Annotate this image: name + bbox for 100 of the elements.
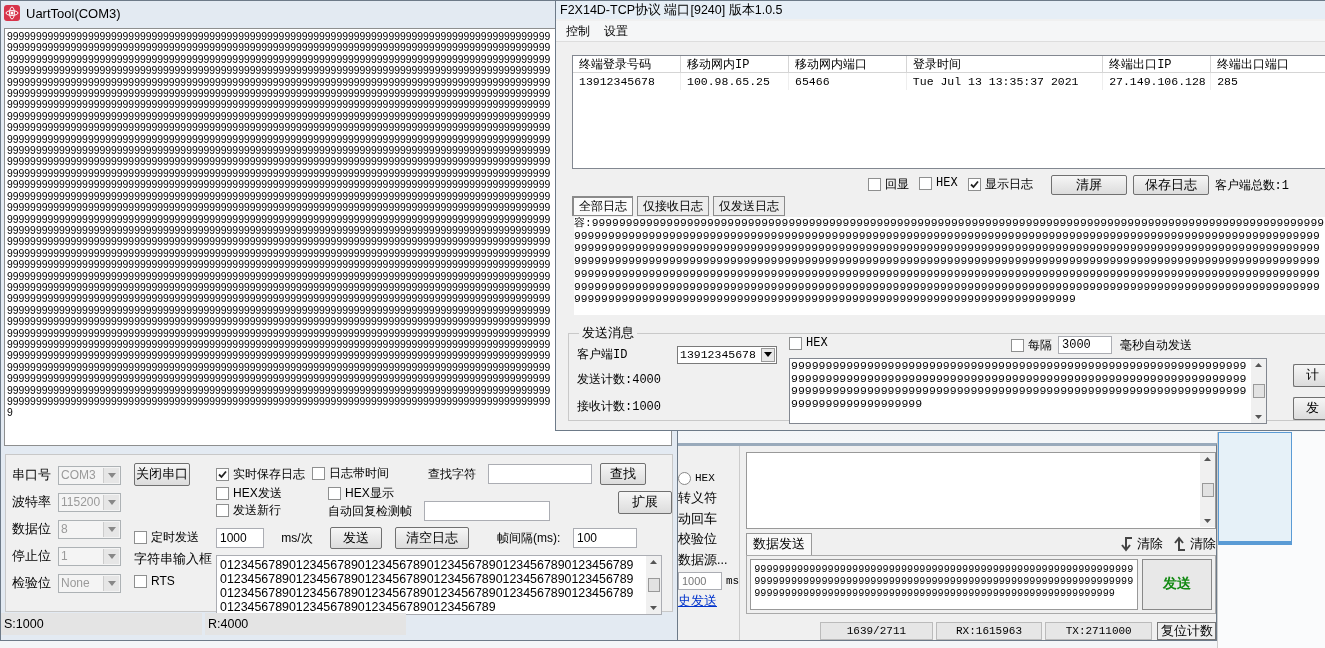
scroll-up-icon[interactable] — [650, 560, 657, 564]
option-label: 数据源... — [678, 551, 728, 569]
tab[interactable]: 仅接收日志 — [637, 196, 709, 216]
side-button[interactable]: 发 — [1293, 397, 1325, 420]
status-cell: 1639/2711 — [820, 622, 933, 640]
input-label: 字符串输入框 — [134, 550, 212, 568]
table-cell: Tue Jul 13 13:35:37 2021 — [906, 73, 1104, 90]
window-title: UartTool(COM3) — [26, 5, 121, 21]
column-header[interactable]: 终端出口端口 — [1211, 56, 1325, 73]
tab[interactable]: 数据发送 — [746, 532, 813, 555]
input-text-area[interactable] — [216, 555, 662, 615]
window-title: F2X14D-TCP协议 端口[9240] 版本1.0.5 — [560, 1, 783, 19]
checkbox[interactable] — [134, 530, 147, 544]
checkbox-label: 实时保存日志 — [233, 465, 305, 483]
send-button[interactable]: 发送 — [1142, 558, 1213, 610]
tab[interactable]: 仅发送日志 — [713, 196, 785, 216]
column-header[interactable]: 终端登录号码 — [573, 56, 681, 73]
table-cell: 27.149.106.128 — [1103, 73, 1212, 90]
status-cell: S:1000 — [1, 613, 202, 635]
checkbox[interactable] — [312, 467, 325, 480]
scroll-down-icon[interactable] — [650, 606, 657, 610]
checkbox[interactable] — [919, 176, 932, 190]
scroll-down-icon[interactable] — [1204, 519, 1212, 523]
status-cell: RX:1615963 — [935, 622, 1043, 640]
radio-label: HEX — [695, 472, 715, 485]
column-header[interactable]: 移动网内IP — [681, 56, 790, 73]
receive-text: 9999999999999999999999999999999999999999999999999999999999999999999999999999999999999999999999999999999999999999999999999999999999999999999999999999999999999999999999999999999999999999999999999999999999999999999999999999999999999999999999999999999999999999999999999999999999999999999999999999999999999999999999999999999999999999999999999999999999999999999999999999999999999999999999999999999999999999999999999999999999999999999999999999999999999999999999999999999999999999999999999999999999999999999999999999999999999999999999999999999999999999999999999999999999999999999999999999999999999999999999999999999999999999999999999999999999999999999999999999999999999999999999999999999999999999999999999999999999999999999999999999999999999999999999999999999999999999999999999999999999999999999999999999999999999999999999999999999999999999999999999999999999999999999999999999999999999999999999999999999999999999999999999999999999999999999999999999999999999999999999999999999999999999999999999999999999999999999999999999999999999999999999999999999999999999999999999999999999999999999999999999999999999999999999999999999999999999999999999999999999999999999999999999999999999999999999999999999999999999999999999999999999999999999999999999999999999999999999999999999999999999999999999999999999999999999999999999999999999999999999999999999999999999999999999999999999999999999999999999999999999999999999999999999999999999999999999999999999999999999999999999999999999999999999999999999999999999999999999999999999999999999999999999999999999999999999999999999999999999999999999999999999999999999999999999999999999999999999999999999999999999999999999999999999999999999999999999999999999999999999999999999999999999999999999999999999999999999999999999999999999999999999999999999999999999999999999999999999999999999999999999999999999999999999999999999999999999999999999999999999999999999999999999999999999999999999999999999999999999999999999999999999999999999999999999999999999999999999999999999999999999999999999999999999999999999999999999999999999999999999999999999999999999999999999999999999999999999999999999999999999999999999999999999999999999999999999999999999999999999999999999999999999999999999999999999999999999999999999999999999999999999999999999999999999999999999999999999999999999999999999999999999999999999999999999999999999999999999999999999999999999999999999999999999999999999999999999999999999999999999999999999999999999999999999999999999999999999999999999999999999999999999999999999999999999999999999999999999999999999999999999999999999999999999999999999999999999999999999999999999999999999999999999999999999999999999999999999999999999999999999999999999999999999999999999999999999999999999999999999999999999999999999999999999999999999999999999999999999999999999999999999999999999999999999999999999999999999999999999999999999999999999999999999999999999999999999999999999999999999999999999999999999999999999999999999999999999999999999999999999999999999999999999999999999999999999999999999999999999999999999999999999999999999999999999999999999999999999999999999999999999999999999999999999999999999999999999999 — [6, 30, 552, 419]
clear-button[interactable]: 清除 — [1190, 535, 1217, 553]
message-text: 9999999999999999999999999999999999999999999999999999999999999999999999999999999999999999999999999999999999999999999999999999999999999999999999999999999999999999999999999999999999999999999999999999999999999999999999999 — [790, 359, 1248, 412]
input-line: 012345678901234567890123456789012345678901234567890123456789 — [220, 586, 635, 600]
receive-count: 接收计数:1000 — [577, 398, 661, 415]
interval-field[interactable]: 1000 — [678, 571, 722, 590]
reset-count-button[interactable]: 复位计数 — [1157, 622, 1217, 640]
checkbox-label: HEX发送 — [233, 485, 282, 502]
checkbox[interactable] — [328, 487, 341, 500]
side-button[interactable]: 计 — [1293, 364, 1325, 387]
close-port-button[interactable]: 关闭串口 — [134, 463, 190, 486]
scroll-up-icon[interactable] — [1255, 363, 1262, 367]
log-text: 容:999999999999999999999999999999999999999999999999999999999999999999999999999999999999999999999999999999999999999999999999999999999999999999999999999999999999999999999999999999999999999999999999999999999999999999999999999999999999999999999999999999999999999999999999999999999999999999999999999999999999999999999999999999999999999999999999999999999999999999999999999999999999999999999999999999999999999999999999999999999999999999999999999999999999999999999999999999999999999999999999999999999999999999999999999999999999999999999999999999999999999999999999999999999999999999999999999999999999999999999999999999999999999999999999999999999999999999999999999999999999999999999999999999999999999999999999999999999999999999999999999999999999 — [574, 217, 1325, 306]
checkbox[interactable] — [216, 487, 229, 500]
checkbox[interactable] — [134, 574, 147, 588]
setting-label: 波特率 — [12, 493, 52, 511]
input-line: 0123456789012345678901234567890123456789 — [220, 600, 497, 614]
curved-arrow-icon — [1120, 536, 1135, 553]
checkbox[interactable] — [1011, 338, 1024, 352]
interval-field[interactable]: 1000 — [216, 528, 264, 548]
client-id-label: 客户端ID — [577, 347, 628, 364]
scroll-down-icon[interactable] — [1255, 415, 1262, 419]
receive-area[interactable] — [746, 452, 1217, 529]
checkbox[interactable] — [216, 467, 229, 481]
status-cell: TX:2711000 — [1045, 622, 1153, 640]
interval-field[interactable]: 3000 — [1058, 336, 1112, 354]
find-button[interactable]: 查找 — [600, 463, 646, 485]
extend-button[interactable]: 扩展 — [618, 491, 672, 514]
input-line: 012345678901234567890123456789012345678901234567890123456789 — [220, 572, 635, 586]
table-cell: 100.98.65.25 — [681, 73, 790, 90]
auto-reply-field[interactable] — [424, 501, 550, 521]
frame-gap-label: 帧间隔(ms): — [497, 529, 562, 547]
unit-label: ms — [726, 574, 740, 587]
radio-button[interactable] — [678, 471, 691, 485]
setting-label: 串口号 — [12, 466, 52, 484]
clear-button[interactable]: 清除 — [1137, 535, 1164, 553]
send-text-area[interactable]: 999999999999999999999999999999999999999999999999999999999999999999999999999999999999999999999999999999999999999999999999999999999999999999999999999999999999999999999999999999999999999 — [750, 558, 1139, 610]
column-header[interactable]: 移动网内端口 — [789, 56, 907, 73]
send-count: 发送计数:4000 — [577, 371, 661, 388]
clear-log-button[interactable]: 清空日志 — [395, 527, 469, 549]
table-cell: 65466 — [789, 73, 907, 90]
menu-item[interactable]: 设置 — [604, 22, 628, 40]
scrollbar-thumb[interactable] — [1252, 384, 1265, 398]
frame-gap-field[interactable]: 100 — [573, 528, 637, 548]
table-cell: 13912345678 — [573, 73, 681, 90]
scrollbar[interactable] — [646, 556, 661, 614]
message-text-area[interactable] — [789, 358, 1267, 424]
column-header[interactable]: 终端出口IP — [1103, 56, 1212, 73]
table-cell: 285 — [1211, 73, 1325, 90]
app-icon — [4, 5, 20, 21]
scrollbar-thumb[interactable] — [647, 578, 660, 592]
option-label: 转义符 — [678, 490, 717, 508]
checkbox[interactable] — [967, 178, 981, 191]
checkbox-label: HEX — [936, 176, 958, 191]
tab[interactable]: 全部日志 — [572, 196, 633, 216]
checkbox[interactable] — [789, 336, 802, 350]
option-label: 校验位 — [678, 531, 717, 549]
checkbox[interactable] — [216, 504, 229, 517]
scrollbar-thumb[interactable] — [1201, 483, 1214, 497]
client-id-dropdown[interactable]: 13912345678 — [677, 345, 777, 364]
clear-screen-button[interactable]: 清屏 — [1050, 175, 1127, 195]
history-link[interactable]: 史发送 — [678, 592, 717, 610]
checkbox-label: RTS — [151, 574, 175, 588]
checkbox[interactable] — [868, 177, 881, 191]
scrollbar[interactable] — [1200, 453, 1216, 527]
scroll-up-icon[interactable] — [1204, 457, 1212, 461]
send-button[interactable]: 发送 — [330, 527, 382, 549]
auto-reply-label: 自动回复检测帧 — [328, 502, 413, 520]
save-log-button[interactable]: 保存日志 — [1132, 175, 1209, 195]
column-header[interactable]: 登录时间 — [906, 56, 1104, 73]
find-field[interactable] — [488, 464, 592, 484]
scrollbar[interactable] — [1251, 359, 1266, 423]
menu-item[interactable]: 控制 — [566, 22, 590, 40]
unit-label: ms/次 — [280, 529, 314, 547]
